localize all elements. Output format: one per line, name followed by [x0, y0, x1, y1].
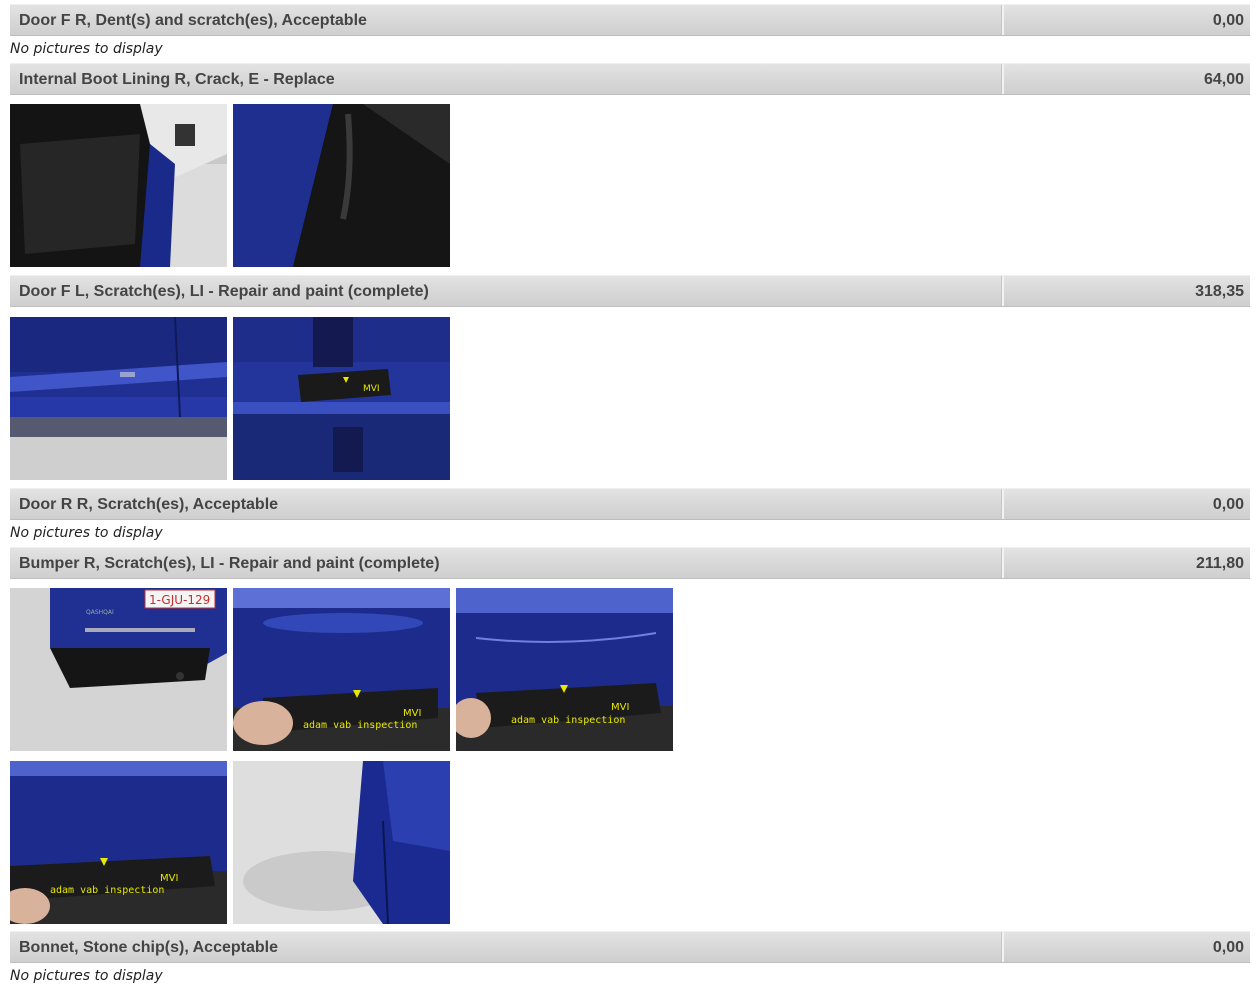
column-divider: [1001, 5, 1004, 35]
svg-text:QASHQAI: QASHQAI: [86, 609, 114, 616]
damage-amount: 211,80: [1195, 555, 1244, 572]
gauge-logo: MVI: [160, 873, 178, 884]
damage-row-header[interactable]: Internal Boot Lining R, Crack, E - Repla…: [10, 63, 1250, 95]
damage-title: Door F R, Dent(s) and scratch(es), Accep…: [19, 12, 367, 29]
damage-row-header[interactable]: Door R R, Scratch(es), Acceptable 0,00: [10, 488, 1250, 520]
damage-amount: 0,00: [1212, 496, 1244, 513]
damage-photo-thumbnail[interactable]: adam vab inspection MVI: [456, 588, 673, 751]
gauge-label: adam vab inspection: [303, 720, 417, 731]
damage-photo-thumbnail[interactable]: [10, 317, 227, 480]
column-divider: [1001, 276, 1004, 306]
damage-title: Bumper R, Scratch(es), LI - Repair and p…: [19, 555, 440, 572]
column-divider: [1001, 932, 1004, 962]
damage-photo-thumbnail[interactable]: adam vab inspection MVI: [233, 588, 450, 751]
damage-row-header[interactable]: Door F L, Scratch(es), LI - Repair and p…: [10, 275, 1250, 307]
license-plate: 1-GJU-129: [149, 593, 210, 607]
damage-row-header[interactable]: Door F R, Dent(s) and scratch(es), Accep…: [10, 4, 1250, 36]
damage-photo-thumbnail[interactable]: 1-GJU-129 QASHQAI: [10, 588, 227, 751]
damage-amount: 318,35: [1195, 283, 1244, 300]
no-pictures-message: No pictures to display: [10, 41, 163, 57]
gauge-label: adam vab inspection: [50, 885, 164, 896]
column-divider: [1001, 64, 1004, 94]
damage-photo-thumbnail[interactable]: [233, 104, 450, 267]
gauge-logo: MVI: [403, 708, 421, 719]
gauge-label: adam vab inspection: [511, 715, 625, 726]
damage-title: Bonnet, Stone chip(s), Acceptable: [19, 939, 278, 956]
no-pictures-message: No pictures to display: [10, 968, 163, 984]
no-pictures-message: No pictures to display: [10, 525, 163, 541]
column-divider: [1001, 548, 1004, 578]
gauge-logo: MVI: [611, 702, 629, 713]
damage-title: Internal Boot Lining R, Crack, E - Repla…: [19, 71, 335, 88]
damage-photo-thumbnail[interactable]: [10, 104, 227, 267]
damage-photo-thumbnail[interactable]: MVI: [233, 317, 450, 480]
damage-amount: 64,00: [1203, 71, 1244, 88]
column-divider: [1001, 489, 1004, 519]
damage-row-header[interactable]: Bumper R, Scratch(es), LI - Repair and p…: [10, 547, 1250, 579]
damage-photo-thumbnail[interactable]: adam vab inspection MVI: [10, 761, 227, 924]
damage-title: Door R R, Scratch(es), Acceptable: [19, 496, 279, 513]
damage-amount: 0,00: [1212, 12, 1244, 29]
damage-title: Door F L, Scratch(es), LI - Repair and p…: [19, 283, 429, 300]
svg-text:MVI: MVI: [363, 384, 380, 394]
damage-amount: 0,00: [1212, 939, 1244, 956]
damage-row-header[interactable]: Bonnet, Stone chip(s), Acceptable 0,00: [10, 931, 1250, 963]
damage-photo-thumbnail[interactable]: [233, 761, 450, 924]
